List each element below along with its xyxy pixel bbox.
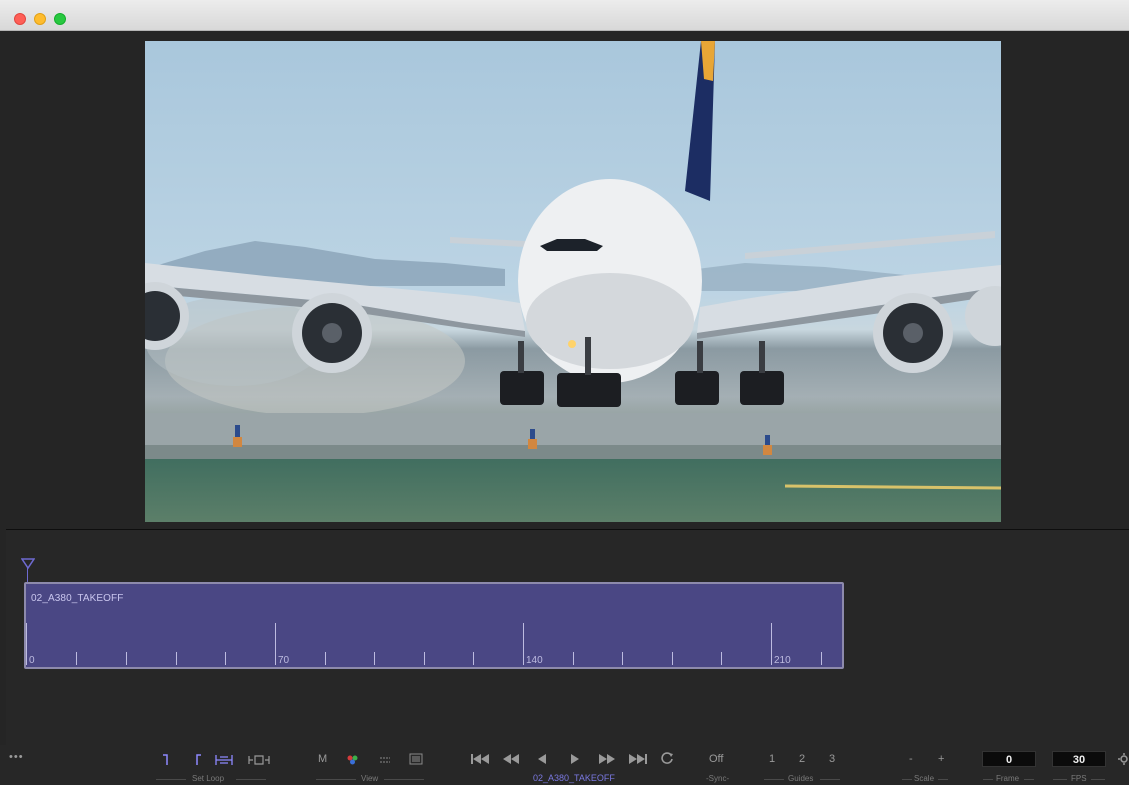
view-m-button[interactable]: M xyxy=(318,753,327,765)
close-window-button[interactable] xyxy=(14,13,26,25)
set-loop-line-right xyxy=(236,779,266,780)
window-titlebar xyxy=(0,0,1129,31)
tick-minor xyxy=(176,652,177,665)
guides-line-left xyxy=(764,779,784,780)
rewind-icon[interactable] xyxy=(502,753,520,765)
frame-line-left xyxy=(983,779,993,780)
scale-plus-button[interactable]: + xyxy=(938,753,944,765)
view-line-right xyxy=(384,779,424,780)
guides-line-right xyxy=(820,779,840,780)
loop-range-icon[interactable] xyxy=(214,753,234,767)
playhead-handle[interactable] xyxy=(20,557,36,575)
tick-minor xyxy=(473,652,474,665)
go-to-end-icon[interactable] xyxy=(628,753,648,765)
tick-label-70: 70 xyxy=(278,655,290,666)
view-label: View xyxy=(361,774,379,783)
playhead-icon xyxy=(20,558,36,570)
frame-input[interactable]: 0 xyxy=(982,751,1036,767)
sync-toggle[interactable]: Off xyxy=(709,753,723,765)
tick-major xyxy=(523,623,524,665)
set-loop-label: Set Loop xyxy=(192,774,225,783)
loop-out-icon[interactable] xyxy=(194,754,202,766)
tick-label-140: 140 xyxy=(526,655,543,666)
guides-label: Guides xyxy=(788,774,814,783)
loop-in-icon[interactable] xyxy=(162,754,170,766)
fps-label: FPS xyxy=(1071,774,1087,783)
set-loop-line-left xyxy=(156,779,186,780)
tick-minor xyxy=(573,652,574,665)
frame-line-right xyxy=(1024,779,1034,780)
play-reverse-icon[interactable] xyxy=(537,753,547,765)
tick-minor xyxy=(821,652,822,665)
tick-label-210: 210 xyxy=(774,655,791,666)
video-frame xyxy=(145,41,1001,522)
transport-controls-bar: ••• Set Loop M View 02_A380_TAKEOFF Off … xyxy=(0,745,1129,785)
scale-line-left xyxy=(902,779,912,780)
tick-minor xyxy=(225,652,226,665)
tick-minor xyxy=(374,652,375,665)
fps-line-left xyxy=(1053,779,1067,780)
tick-minor xyxy=(76,652,77,665)
airplane-video-image xyxy=(145,41,1001,490)
fit-view-icon[interactable] xyxy=(409,753,423,765)
fps-line-right xyxy=(1091,779,1105,780)
clip-name: 02_A380_TAKEOFF xyxy=(31,593,124,604)
minimize-window-button[interactable] xyxy=(34,13,46,25)
tick-major xyxy=(275,623,276,665)
guides-overlay-icon[interactable] xyxy=(379,755,391,765)
tick-major xyxy=(771,623,772,665)
tick-minor xyxy=(622,652,623,665)
fps-input[interactable]: 30 xyxy=(1052,751,1106,767)
current-clip-name: 02_A380_TAKEOFF xyxy=(533,773,615,783)
view-line-left xyxy=(316,779,356,780)
settings-gear-icon[interactable] xyxy=(1118,753,1128,765)
sync-label: -Sync- xyxy=(706,774,730,783)
guide-2-button[interactable]: 2 xyxy=(799,753,805,765)
tick-minor xyxy=(325,652,326,665)
loop-clear-icon[interactable] xyxy=(248,755,270,765)
guide-3-button[interactable]: 3 xyxy=(829,753,835,765)
guide-1-button[interactable]: 1 xyxy=(769,753,775,765)
maximize-window-button[interactable] xyxy=(54,13,66,25)
loop-playback-icon[interactable] xyxy=(661,752,674,765)
scale-minus-button[interactable]: - xyxy=(909,753,913,765)
color-channels-icon[interactable] xyxy=(347,755,359,765)
scale-line-right xyxy=(938,779,948,780)
play-icon[interactable] xyxy=(570,753,580,765)
go-to-start-icon[interactable] xyxy=(470,753,490,765)
tick-label-0: 0 xyxy=(29,655,35,666)
tick-minor xyxy=(672,652,673,665)
more-options-button[interactable]: ••• xyxy=(9,751,24,763)
scale-label: Scale xyxy=(914,774,935,783)
tick-minor xyxy=(721,652,722,665)
frame-label: Frame xyxy=(996,774,1020,783)
tick-major xyxy=(26,623,27,665)
tick-minor xyxy=(424,652,425,665)
tick-minor xyxy=(126,652,127,665)
fast-forward-icon[interactable] xyxy=(598,753,616,765)
timeline-clip[interactable]: 02_A380_TAKEOFF 0 70 140 210 xyxy=(24,582,844,669)
